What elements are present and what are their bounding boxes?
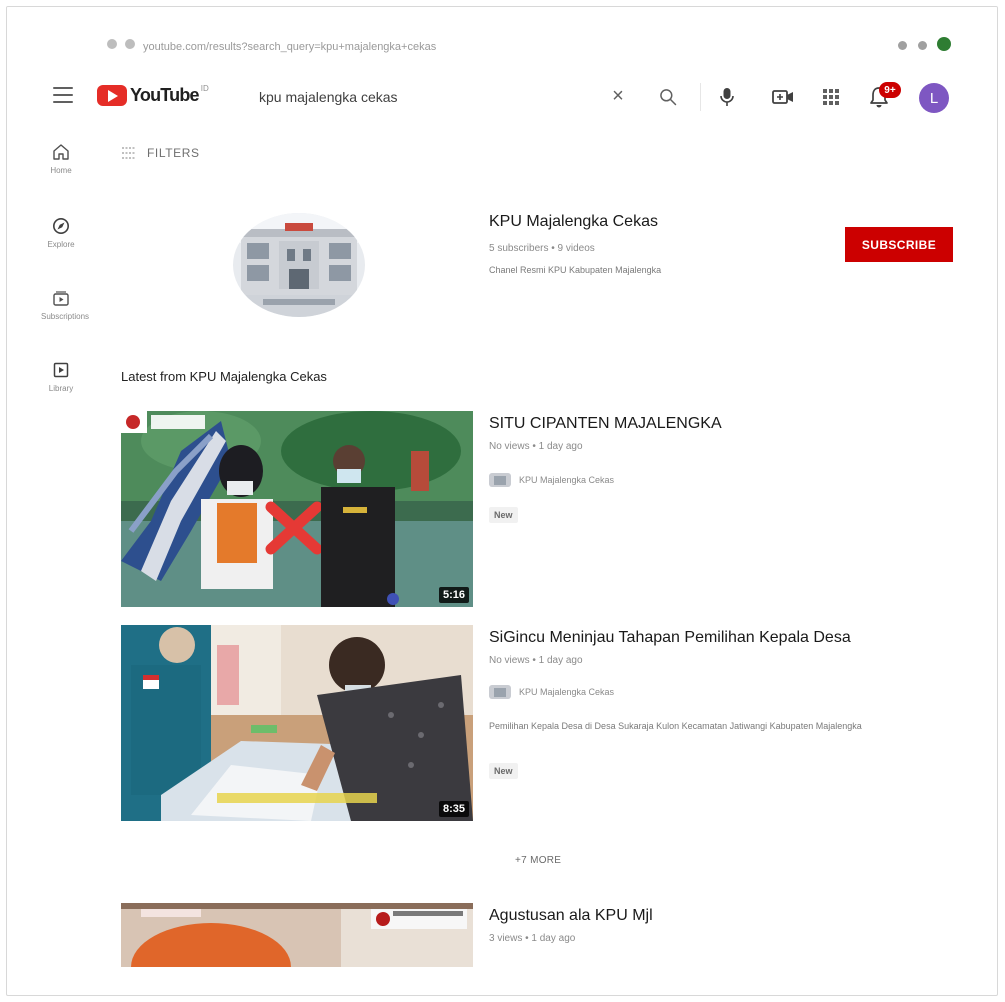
video-duration: 5:16 [438, 587, 469, 603]
subscriptions-icon [53, 291, 69, 306]
menu-icon[interactable] [53, 87, 73, 103]
filters-button[interactable]: FILTERS [121, 143, 200, 163]
video-meta: No views • 1 day ago [489, 655, 583, 666]
bookmark-icon[interactable] [918, 41, 927, 50]
clear-icon[interactable]: × [607, 85, 629, 107]
sidebar-item-label: Explore [47, 240, 75, 249]
filter-icon [122, 147, 136, 159]
address-bar[interactable]: youtube.com/results?search_query=kpu+maj… [143, 41, 436, 53]
video-channel-name: KPU Majalengka Cekas [519, 475, 615, 485]
browser-bar: youtube.com/results?search_query=kpu+maj… [7, 7, 997, 53]
masthead: YouTube ID × 9+ L [7, 69, 997, 125]
apps-icon[interactable] [819, 84, 843, 110]
video-thumbnail[interactable]: 5:16 [121, 411, 473, 607]
sidebar-item-label: Subscriptions [41, 312, 90, 321]
sidebar-item-library[interactable]: Library [41, 361, 81, 393]
new-badge: New [489, 507, 518, 523]
video-meta: 3 views • 1 day ago [489, 933, 576, 944]
sidebar-item-explore[interactable]: Explore [41, 217, 81, 249]
video-thumbnail[interactable] [121, 903, 473, 967]
channel-avatar-icon [489, 685, 511, 699]
sidebar-item-subscriptions[interactable]: Subscriptions [41, 289, 90, 321]
show-more-button[interactable]: +7 MORE [515, 855, 561, 866]
video-channel-link[interactable]: KPU Majalengka Cekas [489, 473, 614, 487]
avatar[interactable]: L [919, 83, 949, 113]
create-icon[interactable] [769, 84, 797, 110]
section-title: Latest from KPU Majalengka Cekas [121, 369, 327, 384]
youtube-logo[interactable]: YouTube ID [97, 83, 209, 107]
search-icon[interactable] [655, 84, 681, 110]
youtube-window: youtube.com/results?search_query=kpu+maj… [6, 6, 998, 996]
channel-name[interactable]: KPU Majalengka Cekas [489, 213, 658, 231]
search-divider [700, 83, 701, 111]
notification-badge: 9+ [879, 82, 901, 98]
video-title[interactable]: Agustusan ala KPU Mjl [489, 907, 653, 925]
logo-text: YouTube [130, 84, 200, 105]
site-info-icon[interactable] [125, 39, 135, 49]
video-description: Pemilihan Kepala Desa di Desa Sukaraja K… [489, 721, 862, 731]
channel-avatar-icon [489, 473, 511, 487]
channel-description: Chanel Resmi KPU Kabupaten Majalengka [489, 265, 662, 275]
logo-country: ID [200, 84, 209, 93]
channel-stats: 5 subscribers • 9 videos [489, 243, 595, 254]
mic-icon[interactable] [715, 84, 739, 110]
youtube-play-icon [97, 84, 127, 106]
browser-profile-icon[interactable] [937, 37, 951, 51]
video-channel-name: KPU Majalengka Cekas [519, 687, 615, 697]
sidebar-item-label: Library [48, 384, 74, 393]
library-icon [53, 362, 69, 378]
video-meta: No views • 1 day ago [489, 441, 583, 452]
explore-icon [53, 218, 69, 234]
video-duration: 8:35 [438, 801, 469, 817]
video-thumbnail[interactable]: 8:35 [121, 625, 473, 821]
video-channel-link[interactable]: KPU Majalengka Cekas [489, 685, 614, 699]
video-title[interactable]: SITU CIPANTEN MAJALENGKA [489, 415, 722, 433]
home-icon [53, 144, 69, 160]
video-title[interactable]: SiGincu Meninjau Tahapan Pemilihan Kepal… [489, 629, 851, 647]
channel-avatar[interactable] [233, 213, 365, 317]
filters-label: FILTERS [147, 146, 200, 160]
new-badge: New [489, 763, 518, 779]
reload-icon[interactable] [107, 39, 117, 49]
subscribe-button[interactable]: SUBSCRIBE [845, 227, 953, 262]
sidebar-item-home[interactable]: Home [41, 143, 81, 175]
search-input[interactable] [259, 87, 599, 107]
sidebar-item-label: Home [50, 166, 72, 175]
extension-icon[interactable] [898, 41, 907, 50]
